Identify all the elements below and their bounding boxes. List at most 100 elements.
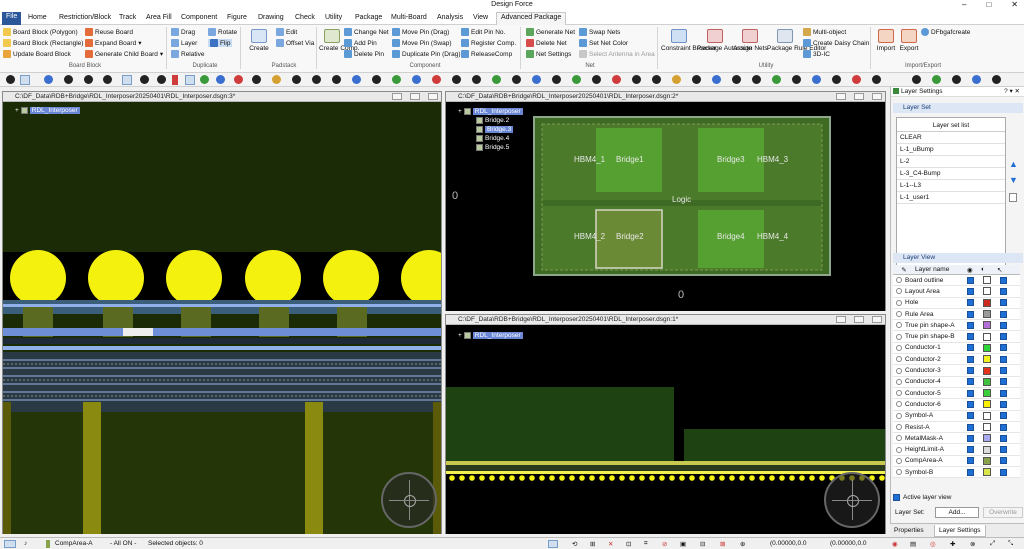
layer-color-swatch[interactable]	[983, 366, 991, 375]
layer-radio[interactable]	[896, 378, 902, 385]
update-board-block-button[interactable]: Update Board Block	[3, 50, 71, 58]
layer-button[interactable]: Layer	[171, 39, 197, 47]
layer-row[interactable]: Rule Area	[893, 308, 1020, 321]
close-icon[interactable]	[872, 316, 882, 323]
delete-net-button[interactable]: Delete Net	[526, 39, 567, 47]
relative-button[interactable]: Relative	[171, 50, 204, 58]
tool-icon[interactable]: ▣	[680, 540, 686, 548]
flip-button[interactable]: Flip	[208, 39, 233, 47]
tool-icon[interactable]: ⊠	[720, 540, 725, 548]
layer-dot-icon[interactable]	[532, 75, 541, 84]
layer-dot-icon[interactable]	[992, 75, 1001, 84]
visibility-checkbox[interactable]	[967, 389, 974, 397]
selectable-checkbox[interactable]	[1000, 434, 1007, 442]
layer-radio[interactable]	[896, 367, 902, 374]
layer-dot-icon[interactable]	[432, 75, 441, 84]
board-block-polygon-button[interactable]: Board Block (Polygon)	[3, 28, 78, 36]
layer-color-swatch[interactable]	[983, 332, 991, 341]
microphone-icon[interactable]: ♪	[24, 540, 27, 547]
tab-area-fill[interactable]: Area Fill	[142, 13, 176, 25]
layer-row[interactable]: True pin shape-B	[893, 331, 1020, 343]
selectable-checkbox[interactable]	[1000, 457, 1007, 465]
layer-set-item[interactable]: L-3_C4-Bump	[897, 168, 1005, 180]
visibility-checkbox[interactable]	[967, 434, 974, 442]
layer-row[interactable]: HeightLimit-A	[893, 444, 1020, 456]
layer-row[interactable]: Symbol-B	[893, 467, 1020, 479]
visibility-checkbox[interactable]	[967, 457, 974, 465]
move-pin-swap-button[interactable]: Move Pin (Swap)	[392, 39, 452, 47]
tool-icon[interactable]: ⊕	[740, 540, 745, 548]
layer-row[interactable]: Conductor-6	[893, 399, 1020, 411]
overwrite-button[interactable]: Overwrite	[983, 507, 1023, 518]
selectable-checkbox[interactable]	[1000, 299, 1007, 307]
layer-row[interactable]: Conductor-1	[893, 342, 1020, 355]
layer-dot-icon[interactable]	[472, 75, 481, 84]
padstack-create-button[interactable]: Create	[246, 29, 272, 52]
navigation-compass[interactable]	[824, 472, 880, 528]
layer-color-swatch[interactable]	[983, 355, 991, 364]
layer-dot-icon[interactable]	[372, 75, 381, 84]
layer-radio[interactable]	[896, 356, 902, 363]
layer-color-swatch[interactable]	[983, 276, 991, 285]
move-up-icon[interactable]: ▲	[1009, 159, 1018, 169]
tab-check[interactable]: Check	[291, 13, 319, 25]
layer-color-swatch[interactable]	[983, 411, 991, 420]
compass-center[interactable]	[404, 495, 416, 507]
close-icon[interactable]	[428, 93, 438, 100]
layer-row[interactable]: CompArea-A	[893, 455, 1020, 468]
visibility-checkbox[interactable]	[967, 321, 974, 329]
create-daisy-chain-button[interactable]: Create Daisy Chain	[803, 39, 869, 47]
tool-icon[interactable]: ✕	[608, 540, 613, 548]
set-net-color-button[interactable]: Set Net Color	[579, 39, 628, 47]
layer-row[interactable]: True pin shape-A	[893, 320, 1020, 332]
layer-row[interactable]: MetalMask-A	[893, 433, 1020, 445]
tab-track[interactable]: Track	[115, 13, 140, 25]
layer-dot-icon[interactable]	[6, 75, 15, 84]
design-view-cross-section[interactable]: C:\DF_Data\RDB+Bridge\RDL_Interposer2025…	[2, 91, 442, 534]
layer-dot-icon[interactable]	[216, 75, 225, 84]
layer-radio[interactable]	[896, 401, 902, 408]
tab-figure[interactable]: Figure	[223, 13, 251, 25]
layer-color-swatch[interactable]	[983, 468, 991, 477]
export-button[interactable]: Export	[897, 29, 921, 52]
selectable-checkbox[interactable]	[1000, 446, 1007, 454]
layer-radio[interactable]	[896, 288, 902, 295]
layer-radio[interactable]	[896, 311, 902, 318]
layer-dot-icon[interactable]	[44, 75, 53, 84]
layer-color-swatch[interactable]	[983, 456, 991, 465]
layer-row[interactable]: Conductor-4	[893, 376, 1020, 388]
layer-color-swatch[interactable]	[983, 298, 991, 307]
filter-icon[interactable]	[548, 540, 558, 548]
layer-dot-icon[interactable]	[292, 75, 301, 84]
layer-dot-icon[interactable]	[832, 75, 841, 84]
layer-view-section-header[interactable]: Layer View	[893, 253, 1023, 263]
selectable-checkbox[interactable]	[1000, 378, 1007, 386]
tool-icon[interactable]: ◉	[892, 540, 898, 548]
tool-icon[interactable]: ⊘	[662, 540, 667, 548]
layer-row[interactable]: Board outline	[893, 275, 1020, 287]
layer-row[interactable]: Layout Area	[893, 286, 1020, 298]
layer-dot-icon[interactable]	[312, 75, 321, 84]
tool-icon[interactable]: ✚	[950, 540, 955, 548]
layer-dot-icon[interactable]	[672, 75, 681, 84]
layer-dot-icon[interactable]	[140, 75, 149, 84]
layer-dot-icon[interactable]	[234, 75, 243, 84]
selectable-checkbox[interactable]	[1000, 344, 1007, 352]
padstack-edit-button[interactable]: Edit	[276, 28, 297, 36]
visibility-checkbox[interactable]	[967, 378, 974, 386]
layer-row[interactable]: Resist-A	[893, 421, 1020, 434]
visibility-checkbox[interactable]	[967, 310, 974, 318]
layer-radio[interactable]	[896, 435, 902, 442]
tab-utility[interactable]: Utility	[321, 13, 346, 25]
layer-dot-icon[interactable]	[972, 75, 981, 84]
layer-set-item[interactable]: L-2	[897, 156, 1005, 168]
layer-dot-icon[interactable]	[452, 75, 461, 84]
edit-pin-no-button[interactable]: Edit Pin No.	[461, 28, 505, 36]
tool-icon[interactable]: ⟲	[572, 540, 577, 548]
visibility-checkbox[interactable]	[967, 276, 974, 284]
layer-dot-icon[interactable]	[157, 75, 166, 84]
tab-view[interactable]: View	[469, 13, 492, 25]
tab-file[interactable]: File	[2, 12, 22, 25]
select-icon[interactable]	[20, 75, 30, 85]
drag-button[interactable]: Drag	[171, 28, 195, 36]
